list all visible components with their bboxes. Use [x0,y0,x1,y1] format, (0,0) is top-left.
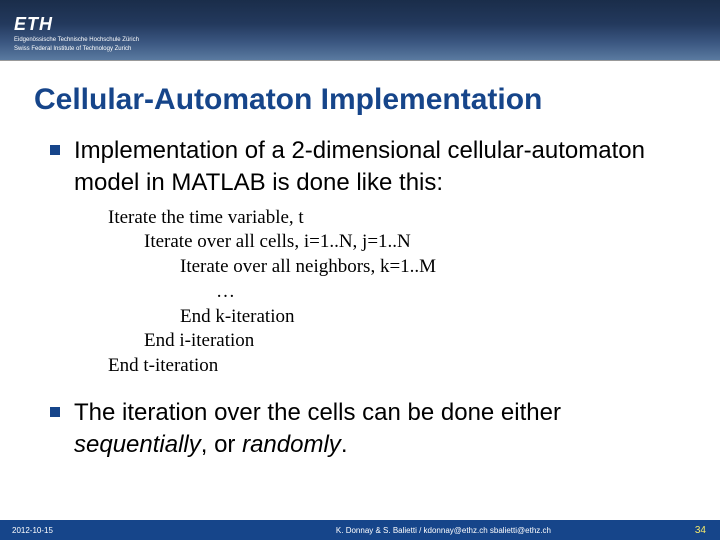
bullet-list-2: The iteration over the cells can be done… [50,397,680,462]
logo-block: ETH Eidgenössische Technische Hochschule… [14,14,139,53]
footer-authors: K. Donnay & S. Balietti / kdonnay@ethz.c… [192,526,695,535]
pseudo-line-3: Iterate over all neighbors, k=1..M [108,255,720,280]
b2-pre: The iteration over the cells can be done… [74,399,561,426]
pseudo-line-5: End k-iteration [108,305,720,330]
bullet-square-icon [50,145,60,155]
pseudo-line-2: Iterate over all cells, i=1..N, j=1..N [108,230,720,255]
slide-title: Cellular-Automaton Implementation [34,83,720,117]
pseudocode-block: Iterate the time variable, t Iterate ove… [108,206,720,379]
logo-subline-1: Eidgenössische Technische Hochschule Zür… [14,37,139,44]
pseudo-line-7: End t-iteration [108,354,720,379]
b2-end: . [341,431,348,458]
bullet-item-2: The iteration over the cells can be done… [50,397,680,462]
header-band: ETH Eidgenössische Technische Hochschule… [0,0,720,60]
bullet-text-1: Implementation of a 2-dimensional cellul… [74,135,680,200]
logo-subline-2: Swiss Federal Institute of Technology Zu… [14,46,139,53]
header-rule [0,60,720,61]
footer-date: 2012-10-15 [12,526,192,535]
bullet-square-icon [50,407,60,417]
pseudo-line-4: … [108,280,720,305]
b2-rand: randomly [242,431,341,458]
b2-mid: , or [201,431,242,458]
eth-logo-text: ETH [14,14,139,35]
bullet-text-2: The iteration over the cells can be done… [74,397,680,462]
pseudo-line-1: Iterate the time variable, t [108,206,720,231]
footer-bar: 2012-10-15 K. Donnay & S. Balietti / kdo… [0,520,720,540]
footer-page-number: 34 [695,525,706,536]
bullet-item-1: Implementation of a 2-dimensional cellul… [50,135,680,200]
b2-seq: sequentially [74,431,201,458]
pseudo-line-6: End i-iteration [108,329,720,354]
bullet-list: Implementation of a 2-dimensional cellul… [50,135,680,200]
